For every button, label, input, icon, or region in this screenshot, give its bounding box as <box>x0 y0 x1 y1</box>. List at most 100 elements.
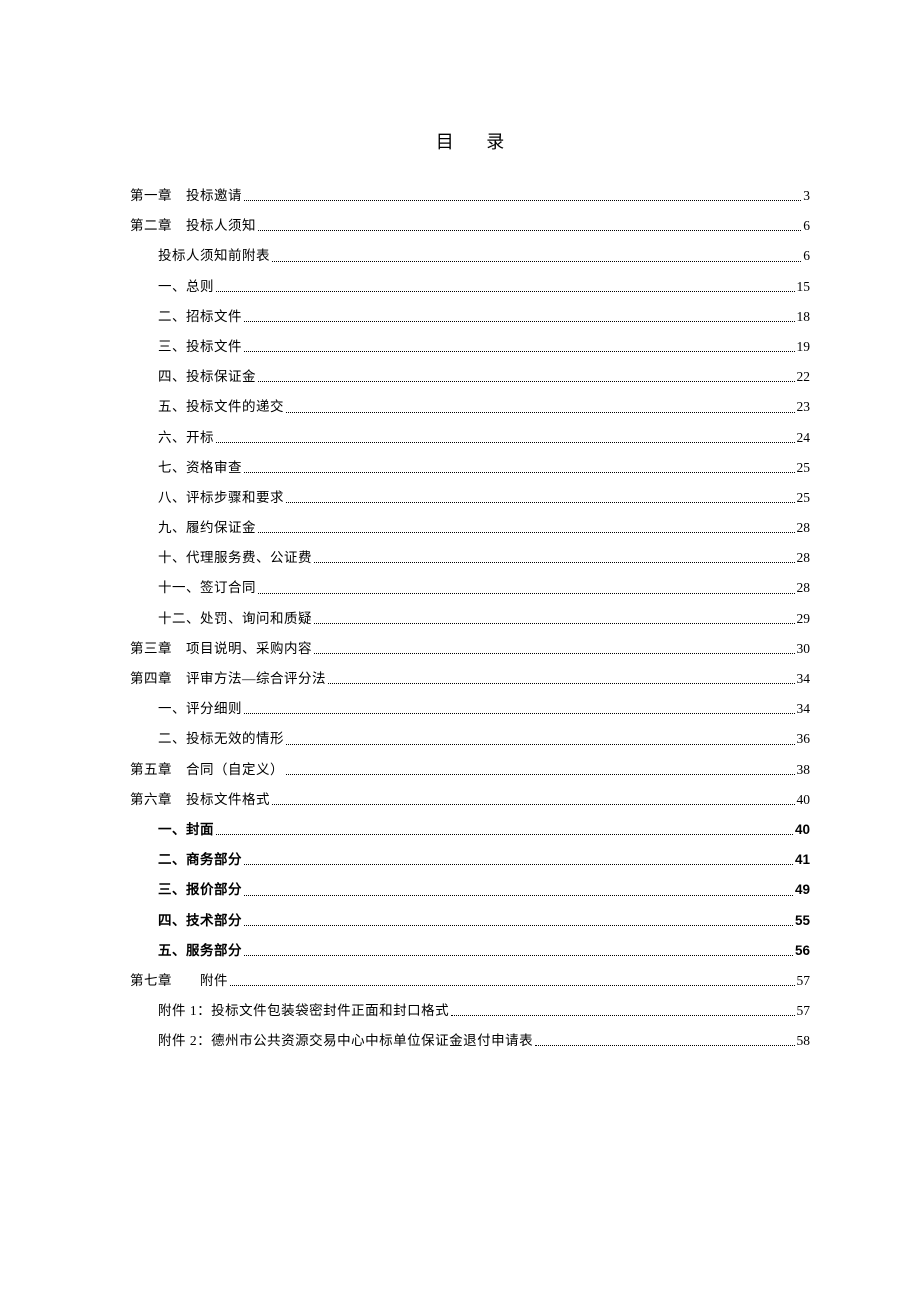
toc-entry-page: 40 <box>797 792 811 808</box>
toc-entry-page: 6 <box>803 248 810 264</box>
toc-entry: 第二章 投标人须知 6 <box>130 218 810 234</box>
toc-leader-dots <box>314 623 795 624</box>
toc-entry-label: 附件 1：投标文件包装袋密封件正面和封口格式 <box>158 1003 449 1019</box>
toc-leader-dots <box>244 925 793 926</box>
document-page: 目 录 第一章 投标邀请3第二章 投标人须知6投标人须知前附表6一、总则15二、… <box>0 0 920 1302</box>
toc-leader-dots <box>216 291 795 292</box>
toc-entry-label: 二、商务部分 <box>158 852 242 868</box>
toc-entry-page: 57 <box>797 1003 811 1019</box>
toc-leader-dots <box>244 864 793 865</box>
toc-entry-label: 第二章 投标人须知 <box>130 218 256 234</box>
toc-leader-dots <box>286 774 795 775</box>
toc-entry: 八、评标步骤和要求25 <box>130 490 810 506</box>
toc-entry: 十一、签订合同 28 <box>130 580 810 596</box>
toc-leader-dots <box>258 532 795 533</box>
toc-entry-page: 15 <box>797 279 811 295</box>
toc-entry: 第三章 项目说明、采购内容 30 <box>130 641 810 657</box>
toc-entry: 三、报价部分 49 <box>130 882 810 898</box>
toc-list: 第一章 投标邀请3第二章 投标人须知6投标人须知前附表6一、总则15二、招标文件… <box>130 188 810 1049</box>
toc-leader-dots <box>258 230 801 231</box>
toc-leader-dots <box>244 200 801 201</box>
toc-entry-page: 28 <box>797 550 811 566</box>
toc-entry-page: 34 <box>797 701 811 717</box>
toc-entry-page: 55 <box>795 913 810 929</box>
toc-entry-label: 二、招标文件 <box>158 309 242 325</box>
toc-entry-label: 十一、签订合同 <box>158 580 256 596</box>
toc-entry-label: 三、投标文件 <box>158 339 242 355</box>
toc-entry: 第七章 附件57 <box>130 973 810 989</box>
toc-entry: 一、评分细则 34 <box>130 701 810 717</box>
toc-entry-label: 第七章 附件 <box>130 973 228 989</box>
toc-entry-label: 三、报价部分 <box>158 882 242 898</box>
toc-entry: 六、开标 24 <box>130 430 810 446</box>
toc-leader-dots <box>286 744 795 745</box>
toc-leader-dots <box>244 472 795 473</box>
toc-entry-page: 6 <box>803 218 810 234</box>
toc-entry-label: 五、投标文件的递交 <box>158 399 284 415</box>
toc-entry: 投标人须知前附表6 <box>130 248 810 264</box>
toc-entry: 十、代理服务费、公证费 28 <box>130 550 810 566</box>
toc-leader-dots <box>244 351 795 352</box>
toc-leader-dots <box>314 562 795 563</box>
toc-leader-dots <box>328 683 795 684</box>
toc-entry-label: 一、总则 <box>158 279 214 295</box>
toc-leader-dots <box>314 653 795 654</box>
toc-entry: 四、技术部分 55 <box>130 913 810 929</box>
toc-entry-label: 一、评分细则 <box>158 701 242 717</box>
toc-leader-dots <box>286 502 795 503</box>
toc-entry-label: 一、封面 <box>158 822 214 838</box>
toc-leader-dots <box>244 321 795 322</box>
toc-entry: 二、投标无效的情形36 <box>130 731 810 747</box>
toc-entry-label: 第六章 投标文件格式 <box>130 792 270 808</box>
toc-entry: 四、投标保证金22 <box>130 369 810 385</box>
toc-leader-dots <box>258 381 795 382</box>
toc-entry-page: 56 <box>795 943 810 959</box>
toc-leader-dots <box>244 895 793 896</box>
toc-entry-label: 七、资格审查 <box>158 460 242 476</box>
toc-leader-dots <box>272 261 801 262</box>
toc-leader-dots <box>244 713 795 714</box>
toc-leader-dots <box>216 834 793 835</box>
toc-entry-page: 41 <box>795 852 810 868</box>
toc-entry: 五、投标文件的递交 23 <box>130 399 810 415</box>
toc-entry-label: 四、技术部分 <box>158 913 242 929</box>
toc-entry-page: 34 <box>797 671 811 687</box>
toc-entry: 二、商务部分 41 <box>130 852 810 868</box>
toc-leader-dots <box>216 442 795 443</box>
toc-entry-page: 28 <box>797 520 811 536</box>
toc-leader-dots <box>272 804 795 805</box>
toc-entry: 第五章 合同（自定义）38 <box>130 762 810 778</box>
toc-entry: 第六章 投标文件格式 40 <box>130 792 810 808</box>
toc-entry-label: 六、开标 <box>158 430 214 446</box>
toc-leader-dots <box>244 955 793 956</box>
toc-entry-label: 五、服务部分 <box>158 943 242 959</box>
toc-entry-page: 40 <box>795 822 810 838</box>
toc-entry-page: 25 <box>797 460 811 476</box>
toc-leader-dots <box>230 985 795 986</box>
toc-entry-page: 18 <box>797 309 811 325</box>
toc-entry: 第四章 评审方法—综合评分法 34 <box>130 671 810 687</box>
toc-entry-page: 30 <box>797 641 811 657</box>
toc-entry-page: 23 <box>797 399 811 415</box>
toc-entry: 二、招标文件 18 <box>130 309 810 325</box>
toc-entry-label: 第四章 评审方法—综合评分法 <box>130 671 326 687</box>
toc-entry-label: 第三章 项目说明、采购内容 <box>130 641 312 657</box>
toc-entry-label: 四、投标保证金 <box>158 369 256 385</box>
toc-entry-page: 49 <box>795 882 810 898</box>
toc-entry-page: 24 <box>797 430 811 446</box>
toc-entry-label: 十二、处罚、询问和质疑 <box>158 611 312 627</box>
toc-title: 目 录 <box>130 128 810 154</box>
toc-entry-page: 38 <box>797 762 811 778</box>
toc-entry: 一、封面 40 <box>130 822 810 838</box>
toc-entry-page: 36 <box>797 731 811 747</box>
toc-leader-dots <box>286 412 795 413</box>
toc-entry: 一、总则 15 <box>130 279 810 295</box>
toc-entry-page: 29 <box>797 611 811 627</box>
toc-entry-page: 25 <box>797 490 811 506</box>
toc-entry: 九、履约保证金 28 <box>130 520 810 536</box>
toc-entry-page: 28 <box>797 580 811 596</box>
toc-entry-page: 3 <box>803 188 810 204</box>
toc-entry-label: 十、代理服务费、公证费 <box>158 550 312 566</box>
toc-entry-label: 附件 2：德州市公共资源交易中心中标单位保证金退付申请表 <box>158 1033 533 1049</box>
toc-entry-label: 九、履约保证金 <box>158 520 256 536</box>
